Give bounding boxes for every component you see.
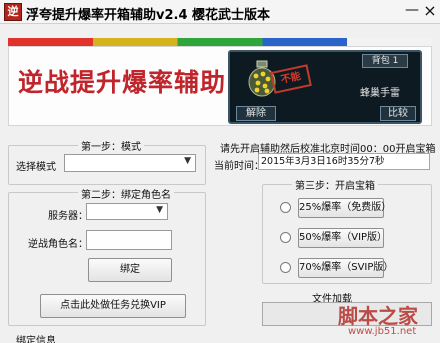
backpack-tag: 背包 1 <box>362 54 408 68</box>
banner-title: 逆战提升爆率辅助 <box>18 68 227 97</box>
dismiss-button[interactable]: 解除 <box>236 106 276 121</box>
mode-label: 选择模式 <box>16 162 56 173</box>
bind-button[interactable]: 绑定 <box>88 258 172 282</box>
current-time-field: 2015年3月3日16时35分7秒 <box>258 153 430 170</box>
rate-70-button[interactable]: 70%爆率（SVIP版） <box>298 258 393 278</box>
vip-task-button[interactable]: 点击此处做任务兑换VIP <box>40 294 186 318</box>
close-button[interactable]: × <box>422 2 438 20</box>
rate-25-button[interactable]: 25%爆率（免费版） <box>298 198 391 218</box>
chevron-down-icon: ▼ <box>184 156 191 166</box>
watermark-url: www.jb51.net <box>348 326 417 337</box>
character-name-label: 逆战角色名： <box>28 239 88 250</box>
current-time-label: 当前时间： <box>214 161 264 172</box>
watermark-text: 脚本之家 <box>338 304 418 328</box>
rate-50-button[interactable]: 50%爆率（VIP版） <box>298 228 387 248</box>
step2-title: 第二步：绑定角色名 <box>78 186 174 201</box>
chevron-down-icon: ▼ <box>156 205 163 215</box>
server-label: 服务器： <box>48 211 88 222</box>
server-select[interactable]: ▼ <box>86 203 168 220</box>
minimize-button[interactable]: — <box>404 2 420 20</box>
color-strip <box>8 38 432 46</box>
rate-70-radio[interactable] <box>280 262 291 273</box>
character-name-input[interactable] <box>86 230 172 250</box>
rate-25-radio[interactable] <box>280 202 291 213</box>
weapon-name: 蜂巢手雷 <box>360 88 400 99</box>
window-title: 浮夸提升爆率开箱辅助v2.4 樱花武士版本 <box>26 8 271 23</box>
mode-select[interactable]: ▼ <box>64 154 196 172</box>
rate-50-radio[interactable] <box>280 232 291 243</box>
bind-info-title: 绑定信息 <box>16 332 56 343</box>
app-icon: 逆 <box>4 3 22 21</box>
step1-title: 第一步：模式 <box>78 138 144 153</box>
step3-title: 第三步：开启宝箱 <box>292 177 378 192</box>
compare-button[interactable]: 比较 <box>380 106 416 121</box>
